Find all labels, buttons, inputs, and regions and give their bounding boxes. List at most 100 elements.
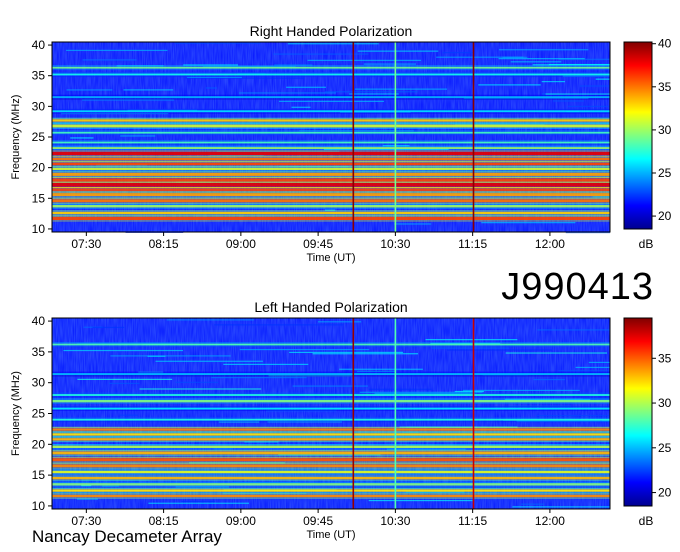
noise-streak: [66, 89, 113, 91]
frequency-band-halo: [52, 444, 610, 446]
x-axis-label: Time (UT): [306, 529, 355, 541]
frequency-band-halo: [52, 398, 610, 400]
frequency-band-halo: [52, 371, 610, 373]
frequency-band-halo: [52, 461, 610, 463]
frequency-band: [52, 211, 610, 215]
frequency-band-halo: [52, 473, 610, 475]
frequency-band-halo: [52, 210, 610, 212]
frequency-band-halo: [52, 155, 610, 157]
colorbar-label: dB: [639, 237, 654, 251]
frequency-band-halo: [52, 145, 610, 147]
frequency-band-halo: [52, 426, 610, 428]
frequency-band-halo: [52, 454, 610, 456]
interference-line: [472, 318, 475, 509]
colorbar-tick-label: 25: [658, 166, 672, 180]
frequency-band-halo: [52, 196, 610, 198]
noise-streak: [368, 388, 432, 390]
noise-streak: [66, 49, 168, 52]
noise-streak: [579, 85, 610, 87]
frequency-band-halo: [52, 112, 610, 114]
noise-streak: [478, 84, 541, 86]
noise-streak: [512, 506, 610, 508]
frequency-band-halo: [52, 75, 610, 77]
noise-streak: [558, 370, 610, 372]
frequency-band-halo: [52, 479, 610, 481]
noise-streak: [436, 56, 524, 58]
frequency-band-halo: [52, 220, 610, 222]
x-tick-label: 12:00: [535, 514, 565, 528]
frequency-band: [52, 182, 610, 187]
noise-streak: [291, 106, 311, 108]
frequency-band-halo: [52, 65, 610, 67]
frequency-band: [52, 216, 610, 221]
noise-streak: [289, 351, 404, 354]
y-tick-label: 25: [32, 407, 46, 421]
noise-streak: [349, 93, 399, 95]
frequency-band-halo: [52, 462, 610, 465]
noise-streak: [462, 389, 580, 392]
frequency-band-halo: [52, 431, 610, 433]
noise-streak: [394, 223, 432, 225]
noise-streak: [521, 503, 545, 505]
y-tick-label: 30: [32, 99, 46, 113]
noise-streak: [510, 61, 562, 63]
noise-streak: [535, 414, 610, 417]
noise-streak: [325, 91, 418, 93]
x-tick-label: 08:15: [149, 514, 179, 528]
y-tick-label: 10: [32, 222, 46, 236]
frequency-band: [52, 373, 610, 375]
colorbar-tick-label: 35: [658, 80, 672, 94]
frequency-band: [52, 464, 610, 468]
frequency-band: [52, 438, 610, 441]
frequency-band-halo: [52, 456, 610, 458]
noise-streak: [174, 42, 261, 44]
noise-streak: [211, 376, 307, 379]
x-tick-label: 12:00: [535, 237, 565, 251]
frequency-band-halo: [52, 133, 610, 136]
y-axis-label: Frequency (MHz): [10, 371, 22, 456]
frequency-band: [52, 167, 610, 171]
x-tick-label: 10:30: [380, 237, 410, 251]
noise-streak: [317, 321, 362, 323]
interference-line: [394, 42, 397, 232]
frequency-band: [52, 131, 610, 134]
noise-streak: [442, 52, 474, 54]
frequency-band-halo: [52, 160, 610, 162]
x-tick-label: 09:00: [226, 237, 256, 251]
frequency-band-halo: [52, 345, 610, 347]
frequency-band: [52, 172, 610, 176]
observation-id: J990413: [501, 266, 654, 308]
frequency-band: [52, 494, 610, 498]
frequency-band: [52, 124, 610, 128]
noise-streak: [575, 366, 610, 369]
noise-streak: [533, 378, 566, 381]
interference-line: [352, 42, 355, 232]
noise-streak: [425, 339, 518, 341]
frequency-band-halo: [52, 202, 610, 204]
frequency-band-halo: [52, 149, 610, 151]
frequency-band-halo: [52, 108, 610, 111]
frequency-band: [52, 433, 610, 436]
frequency-band-halo: [52, 181, 610, 183]
x-tick-label: 07:30: [71, 514, 101, 528]
noise-streak: [312, 353, 419, 355]
interference-line: [394, 318, 397, 509]
frequency-band: [52, 188, 610, 191]
noise-streak: [357, 50, 439, 52]
colorbar-tick-label: 20: [658, 209, 672, 223]
frequency-band: [52, 162, 610, 166]
frequency-band: [52, 483, 610, 486]
noise-streak: [155, 360, 263, 362]
x-tick-label: 10:30: [380, 514, 410, 528]
x-tick-label: 11:15: [458, 237, 487, 251]
frequency-band-halo: [52, 68, 610, 71]
frequency-band-halo: [52, 485, 610, 488]
frequency-band-halo: [52, 375, 610, 377]
noise-streak: [148, 502, 250, 504]
frequency-band: [52, 399, 610, 403]
noise-streak: [181, 500, 215, 503]
noise-streak: [70, 137, 94, 139]
noise-streak: [307, 59, 422, 61]
frequency-band-halo: [52, 165, 610, 167]
frequency-band-halo: [52, 94, 610, 96]
